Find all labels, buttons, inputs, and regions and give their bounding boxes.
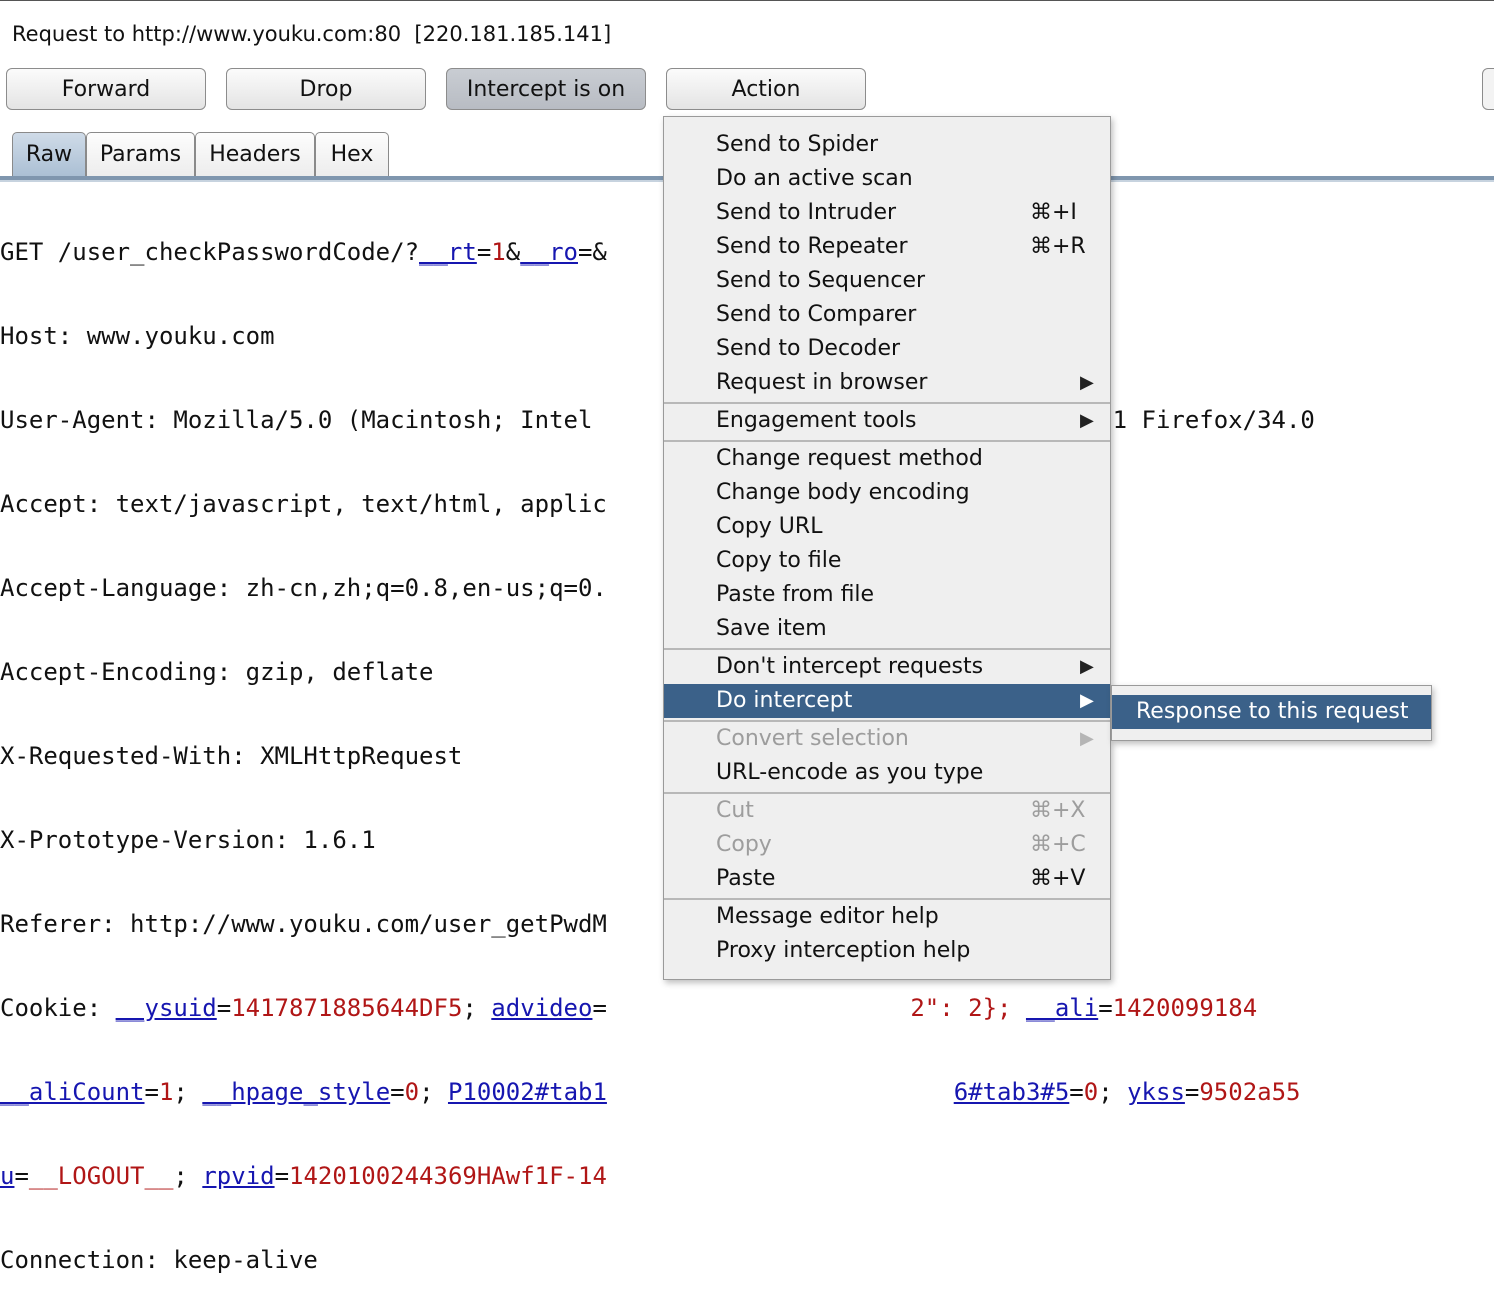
cookie-label: Cookie: — [0, 994, 116, 1022]
submenu-item-response-to-this-request[interactable]: Response to this request — [1112, 695, 1431, 729]
cookie-name: u — [0, 1162, 15, 1190]
menu-item-dont-intercept[interactable]: Don't intercept requests ▶ — [664, 650, 1110, 684]
ampersand: & — [505, 238, 521, 266]
intercept-toggle-button[interactable]: Intercept is on — [446, 68, 646, 110]
cookie-name: 6#tab3#5 — [953, 1078, 1070, 1106]
request-method-path: GET /user_checkPasswordCode/? — [0, 238, 420, 266]
menu-item-convert-selection[interactable]: Convert selection ▶ — [664, 722, 1110, 756]
cookie-value: 1417871885644DF5 — [231, 994, 463, 1022]
submenu-arrow-icon: ▶ — [1080, 728, 1094, 749]
do-intercept-submenu: Response to this request — [1111, 685, 1432, 741]
menu-item-do-intercept[interactable]: Do intercept ▶ — [664, 684, 1110, 718]
cookie-value: 9502a55 — [1199, 1078, 1301, 1106]
menu-item-active-scan[interactable]: Do an active scan — [664, 162, 1110, 196]
request-title: Request to http://www.youku.com:80 [220.… — [12, 22, 612, 46]
submenu-arrow-icon: ▶ — [1080, 656, 1094, 677]
action-context-menu: Send to Spider Do an active scan Send to… — [663, 116, 1111, 980]
cookie-name: rpvid — [202, 1162, 275, 1190]
cookie-name: P10002#tab1 — [447, 1078, 607, 1106]
cookie-continuation: __aliCount=1; __hpage_style=0; P10002#ta… — [0, 1078, 1301, 1106]
cookie-value: 1420099184 — [1112, 994, 1258, 1022]
submenu-arrow-icon: ▶ — [1080, 410, 1094, 431]
cookie-name: ykss — [1127, 1078, 1185, 1106]
cookie-value: 1420100244369HAwf1F-14 — [289, 1162, 607, 1190]
cookie-value: 0 — [1083, 1078, 1099, 1106]
param-name: __ro — [520, 238, 578, 266]
tab-hex[interactable]: Hex — [315, 132, 389, 178]
menu-item-url-encode-as-you-type[interactable]: URL-encode as you type — [664, 756, 1110, 790]
cookie-value: 1 — [158, 1078, 174, 1106]
hidden-gap — [607, 1078, 954, 1106]
equals-sign: = — [476, 238, 492, 266]
hidden-gap — [607, 994, 910, 1022]
cookie-continuation: u=__LOGOUT__; rpvid=1420100244369HAwf1F-… — [0, 1162, 607, 1190]
menu-item-copy[interactable]: Copy ⌘+C — [664, 828, 1110, 862]
cookie-name: __aliCount — [0, 1078, 145, 1106]
menu-item-copy-url[interactable]: Copy URL — [664, 510, 1110, 544]
submenu-arrow-icon: ▶ — [1080, 690, 1094, 711]
tab-raw[interactable]: Raw — [12, 132, 86, 178]
menu-item-message-editor-help[interactable]: Message editor help — [664, 900, 1110, 934]
menu-item-send-to-sequencer[interactable]: Send to Sequencer — [664, 264, 1110, 298]
menu-item-change-request-method[interactable]: Change request method — [664, 442, 1110, 476]
header-connection: Connection: keep-alive — [0, 1246, 318, 1274]
param-tail: =& — [577, 238, 607, 266]
menu-item-paste-from-file[interactable]: Paste from file — [664, 578, 1110, 612]
menu-item-send-to-repeater[interactable]: Send to Repeater ⌘+R — [664, 230, 1110, 264]
param-value: 1 — [491, 238, 506, 266]
right-toolbar-control[interactable] — [1482, 68, 1494, 110]
menu-item-cut[interactable]: Cut ⌘+X — [664, 794, 1110, 828]
menu-item-change-body-encoding[interactable]: Change body encoding — [664, 476, 1110, 510]
shortcut-label: ⌘+C — [1030, 832, 1086, 857]
cookie-name: advideo — [491, 994, 593, 1022]
cookie-value: 2": 2}; — [910, 994, 1012, 1022]
cookie-value: __LOGOUT__ — [28, 1162, 174, 1190]
drop-button[interactable]: Drop — [226, 68, 426, 110]
menu-item-save-item[interactable]: Save item — [664, 612, 1110, 646]
menu-item-send-to-spider[interactable]: Send to Spider — [664, 128, 1110, 162]
window-top-border — [0, 0, 1494, 1]
submenu-arrow-icon: ▶ — [1080, 372, 1094, 393]
menu-item-copy-to-file[interactable]: Copy to file — [664, 544, 1110, 578]
cookie-value: 0 — [404, 1078, 420, 1106]
menu-item-engagement-tools[interactable]: Engagement tools ▶ — [664, 404, 1110, 438]
tab-headers[interactable]: Headers — [195, 132, 315, 178]
param-name: __rt — [419, 238, 477, 266]
action-button[interactable]: Action — [666, 68, 866, 110]
submenu-item-label: Response to this request — [1136, 699, 1409, 724]
cookie-name: __hpage_style — [202, 1078, 391, 1106]
menu-item-proxy-interception-help[interactable]: Proxy interception help — [664, 934, 1110, 968]
shortcut-label: ⌘+I — [1030, 200, 1077, 225]
tab-params[interactable]: Params — [86, 132, 195, 178]
shortcut-label: ⌘+X — [1030, 798, 1086, 823]
menu-item-paste[interactable]: Paste ⌘+V — [664, 862, 1110, 896]
menu-item-send-to-comparer[interactable]: Send to Comparer — [664, 298, 1110, 332]
menu-item-send-to-intruder[interactable]: Send to Intruder ⌘+I — [664, 196, 1110, 230]
menu-item-request-in-browser[interactable]: Request in browser ▶ — [664, 366, 1110, 400]
shortcut-label: ⌘+V — [1030, 866, 1086, 891]
cookie-name: __ali — [1025, 994, 1099, 1022]
menu-item-send-to-decoder[interactable]: Send to Decoder — [664, 332, 1110, 366]
shortcut-label: ⌘+R — [1030, 234, 1086, 259]
cookie-name: __ysuid — [115, 994, 217, 1022]
header-cookie: Cookie: __ysuid=1417871885644DF5; advide… — [0, 994, 1258, 1022]
forward-button[interactable]: Forward — [6, 68, 206, 110]
